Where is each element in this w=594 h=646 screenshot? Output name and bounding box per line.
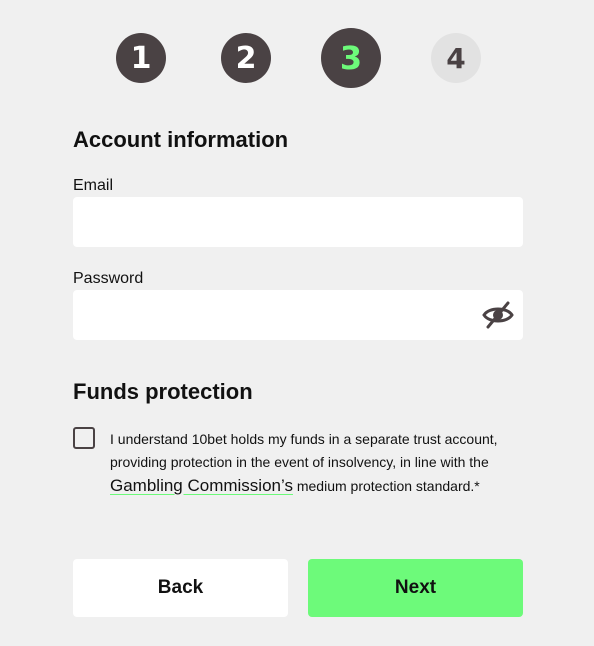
consent-text-start: I understand 10bet holds my funds in a s… [110, 431, 498, 470]
step-1-number: 1 [130, 40, 152, 76]
step-3-current: 3 [321, 28, 381, 88]
step-2: 2 [221, 33, 271, 83]
next-button[interactable]: Next [308, 559, 523, 617]
step-2-number: 2 [235, 40, 257, 76]
step-3-number: 3 [339, 39, 363, 77]
step-4: 4 [431, 33, 481, 83]
funds-protection-statement: I understand 10bet holds my funds in a s… [110, 428, 530, 498]
password-label: Password [73, 270, 144, 287]
gambling-commission-link[interactable]: Gambling Commission’s [110, 476, 293, 495]
email-label: Email [73, 177, 114, 194]
email-field[interactable] [73, 197, 523, 247]
password-field[interactable] [73, 290, 523, 340]
progress-stepper: 1 2 3 4 [0, 28, 594, 88]
funds-protection-heading: Funds protection [73, 379, 253, 404]
account-information-heading: Account information [73, 127, 289, 152]
funds-protection-checkbox[interactable] [73, 427, 95, 449]
eye-slash-icon[interactable] [482, 301, 514, 329]
consent-text-end: medium protection standard.* [292, 478, 480, 494]
back-button[interactable]: Back [73, 559, 288, 617]
step-4-number: 4 [446, 41, 466, 75]
step-1: 1 [116, 33, 166, 83]
